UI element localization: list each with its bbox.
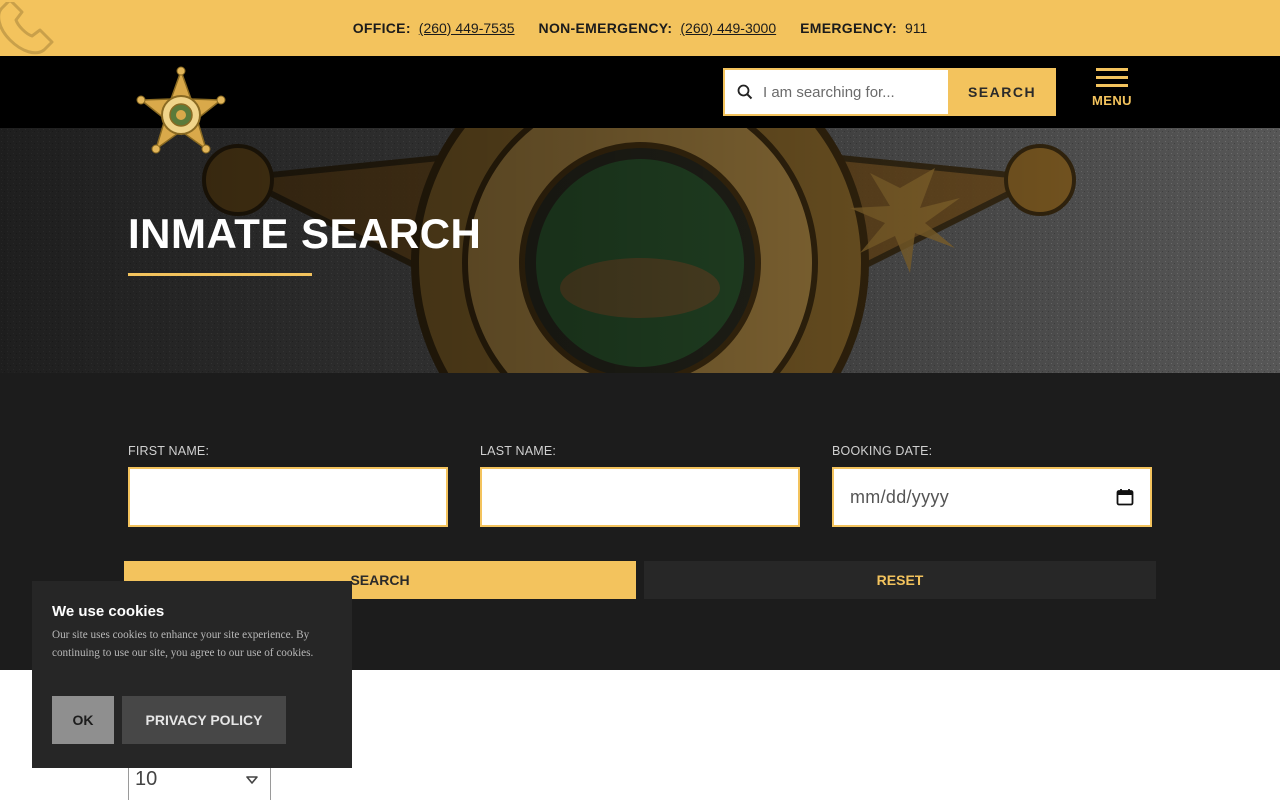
last-name-group: LAST NAME:: [480, 444, 800, 527]
cookie-title: We use cookies: [52, 603, 165, 620]
cookie-message: Our site uses cookies to enhance your si…: [52, 629, 314, 659]
cookie-ok-button[interactable]: OK: [52, 696, 114, 744]
site-search-input[interactable]: [763, 83, 933, 101]
contact-bar: OFFICE: (260) 449-7535 NON-EMERGENCY: (2…: [0, 0, 1280, 56]
first-name-field[interactable]: [128, 467, 448, 527]
chevron-down-icon: [246, 775, 258, 784]
first-name-label: FIRST NAME:: [128, 444, 210, 458]
booking-date-label: BOOKING DATE:: [832, 444, 933, 458]
title-underline: [128, 273, 312, 276]
booking-date-field[interactable]: mm/dd/yyyy: [832, 467, 1152, 527]
emergency-number: 911: [904, 20, 928, 36]
privacy-policy-button[interactable]: PRIVACY POLICY: [122, 696, 286, 744]
office-contact: OFFICE: (260) 449-7535: [353, 20, 515, 36]
hamburger-icon-bar: [1096, 76, 1128, 79]
emergency-label: EMERGENCY:: [800, 20, 897, 36]
nonemergency-phone-link[interactable]: (260) 449-3000: [680, 20, 776, 36]
first-name-group: FIRST NAME:: [128, 444, 448, 527]
reset-button[interactable]: RESET: [644, 561, 1156, 599]
site-search-field: [723, 68, 948, 116]
office-label: OFFICE:: [352, 20, 411, 36]
office-phone-link[interactable]: (260) 449-7535: [419, 20, 515, 36]
cookie-banner: We use cookies Our site uses cookies to …: [32, 581, 352, 768]
last-name-field[interactable]: [480, 467, 800, 527]
booking-date-placeholder: mm/dd/yyyy: [850, 486, 950, 507]
hamburger-icon-bar: [1096, 68, 1128, 71]
hamburger-icon-bar: [1096, 84, 1128, 87]
hero-banner: INMATE SEARCH: [0, 128, 1280, 373]
sheriff-star-badge-icon[interactable]: [132, 66, 230, 160]
nonemergency-contact: NON-EMERGENCY: (260) 449-3000: [539, 20, 777, 36]
last-name-label: LAST NAME:: [480, 444, 557, 458]
site-search: SEARCH: [723, 68, 1056, 116]
page-size-value: 10: [135, 768, 158, 790]
nonemergency-label: NON-EMERGENCY:: [538, 20, 673, 36]
calendar-icon[interactable]: [1116, 488, 1134, 506]
emergency-contact: EMERGENCY: 911: [800, 20, 927, 36]
page-title: INMATE SEARCH: [128, 210, 482, 257]
menu-label: MENU: [1092, 93, 1132, 108]
booking-date-group: BOOKING DATE: mm/dd/yyyy: [832, 444, 1152, 527]
menu-button[interactable]: MENU: [1088, 66, 1136, 118]
site-search-button[interactable]: SEARCH: [948, 68, 1056, 116]
magnifier-icon: [737, 84, 753, 100]
